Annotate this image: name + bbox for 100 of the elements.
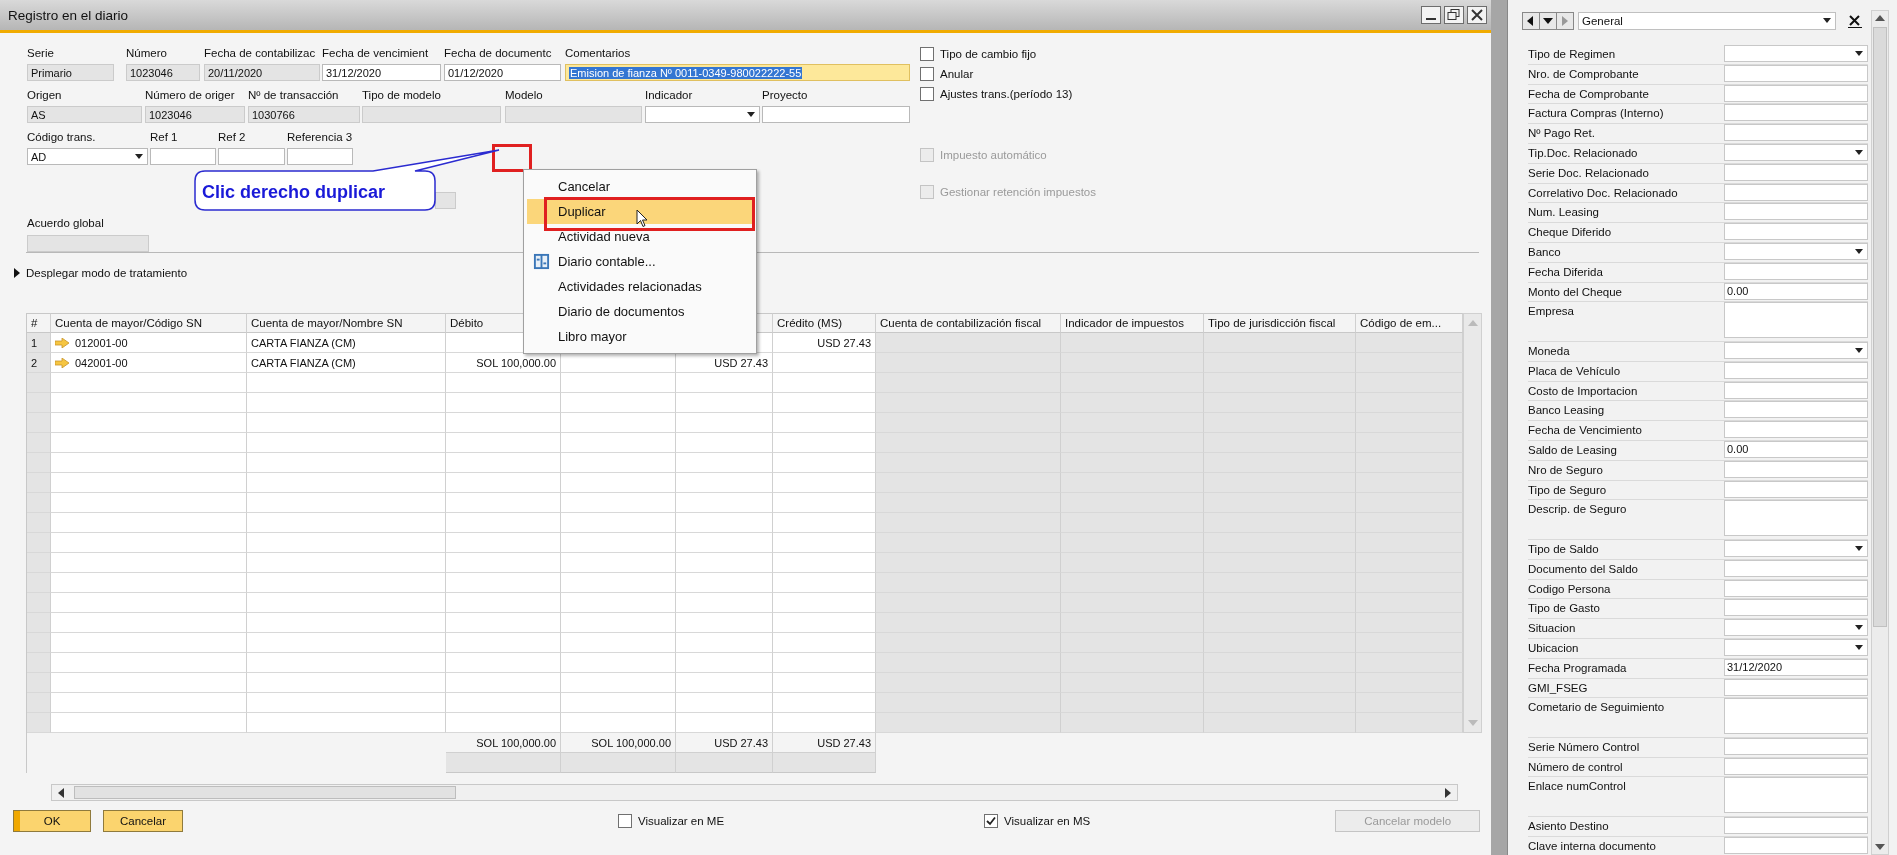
- column-header[interactable]: Indicador de impuestos: [1061, 313, 1204, 333]
- dropdown-arrow-icon: [1855, 51, 1863, 56]
- field-label: Num. Leasing: [1528, 205, 1599, 219]
- field-label: Origen: [27, 88, 62, 103]
- field-label: Factura Compras (Interno): [1528, 106, 1664, 120]
- field-label: Fecha de Comprobante: [1528, 86, 1649, 100]
- input-field[interactable]: [505, 106, 642, 123]
- dropdown-arrow-icon: [747, 112, 755, 117]
- navigation-arrows-icon[interactable]: [1522, 11, 1574, 30]
- dropdown-arrow-icon: [135, 154, 143, 159]
- column-header[interactable]: Cuenta de mayor/Nombre SN: [247, 313, 446, 333]
- field-label: Banco: [1528, 244, 1561, 258]
- input-field[interactable]: 01/12/2020: [444, 64, 561, 81]
- minimize-icon[interactable]: [1421, 6, 1441, 24]
- maximize-icon[interactable]: [1444, 6, 1464, 24]
- scrollbar-thumb[interactable]: [74, 786, 456, 799]
- table-cell: USD 27.43: [676, 353, 773, 373]
- input-field[interactable]: [1724, 817, 1868, 835]
- input-field[interactable]: [362, 106, 501, 123]
- field-label: Nº Pago Ret.: [1528, 126, 1595, 140]
- input-field[interactable]: [1724, 223, 1868, 241]
- input-field[interactable]: [1724, 698, 1868, 735]
- input-field[interactable]: [287, 148, 353, 165]
- checkbox[interactable]: [920, 47, 934, 61]
- input-field[interactable]: 1030766: [248, 106, 360, 123]
- checkbox[interactable]: [920, 87, 934, 101]
- input-field[interactable]: [645, 106, 760, 123]
- field-label: Fecha Programada: [1528, 660, 1627, 674]
- checkbox-label: Visualizar en MS: [1004, 815, 1091, 827]
- link-arrow-icon[interactable]: [55, 357, 69, 368]
- input-field[interactable]: [150, 148, 216, 165]
- column-header[interactable]: Crédito (MS): [773, 313, 876, 333]
- input-field[interactable]: AD: [27, 148, 148, 165]
- input-field[interactable]: 1023046: [126, 64, 200, 81]
- field-label: Tipo de Gasto: [1528, 601, 1600, 615]
- input-field[interactable]: [1724, 104, 1868, 122]
- checkbox[interactable]: [920, 67, 934, 81]
- dropdown-arrow-icon: [1823, 17, 1831, 23]
- input-field[interactable]: 31/12/2020: [322, 64, 441, 81]
- field-label: Serie Número Control: [1528, 739, 1640, 753]
- scroll-up-icon[interactable]: [1875, 15, 1885, 21]
- field-label: Situacion: [1528, 621, 1576, 635]
- input-field[interactable]: [1724, 124, 1868, 142]
- checkbox[interactable]: [984, 814, 999, 828]
- column-header[interactable]: Cuenta de contabilización fiscal: [876, 313, 1061, 333]
- field-label: Codigo Persona: [1528, 581, 1611, 595]
- input-field[interactable]: [762, 106, 910, 123]
- field-label: Indicador: [645, 88, 693, 103]
- category-dropdown[interactable]: General: [1578, 11, 1836, 30]
- field-label: Fecha Diferida: [1528, 264, 1603, 278]
- input-field[interactable]: [1724, 45, 1868, 62]
- input-field[interactable]: [1724, 203, 1868, 221]
- field-label: Fecha de Vencimiento: [1528, 423, 1642, 437]
- input-field[interactable]: Primario: [27, 64, 114, 81]
- field-label: Número: [126, 46, 167, 61]
- vertical-scrollbar[interactable]: [1871, 10, 1889, 855]
- expand-arrow-icon[interactable]: [14, 268, 20, 278]
- menu-item[interactable]: Diario contable...: [527, 249, 753, 274]
- menu-item[interactable]: Duplicar: [527, 199, 753, 224]
- input-field[interactable]: 1023046: [145, 106, 245, 123]
- dropdown-arrow-icon: [1855, 625, 1863, 631]
- cancel-button[interactable]: Cancelar: [103, 810, 183, 832]
- link-arrow-icon[interactable]: [55, 337, 69, 348]
- field-label: Nro de Seguro: [1528, 462, 1603, 476]
- input-field[interactable]: Emision de fianza Nº 0011-0349-980022222-55: [565, 64, 910, 81]
- input-field[interactable]: AS: [27, 106, 142, 123]
- input-field[interactable]: [1724, 401, 1868, 419]
- menu-item[interactable]: Actividades relacionadas: [527, 274, 753, 299]
- field-label: GMI_FSEG: [1528, 680, 1588, 694]
- field-label: Tip.Doc. Relacionado: [1528, 146, 1638, 159]
- ok-button[interactable]: OK: [13, 810, 91, 832]
- checkbox[interactable]: [618, 814, 632, 828]
- field-label: Saldo de Leasing: [1528, 442, 1617, 456]
- close-icon[interactable]: [1848, 13, 1862, 28]
- scroll-down-icon[interactable]: [1875, 844, 1885, 850]
- callout-text: Clic derecho duplicar: [202, 182, 386, 203]
- input-field[interactable]: [1724, 500, 1868, 537]
- column-header[interactable]: Cuenta de mayor/Código SN: [51, 313, 247, 333]
- table-cell: CARTA FIANZA (CM): [247, 333, 446, 353]
- field-label: Cheque Diferido: [1528, 225, 1612, 239]
- input-field[interactable]: [1724, 599, 1868, 617]
- column-header[interactable]: #: [27, 313, 51, 333]
- column-header[interactable]: Código de em...: [1356, 313, 1463, 333]
- input-field[interactable]: [1724, 302, 1868, 339]
- menu-item[interactable]: Cancelar: [527, 174, 753, 199]
- scroll-right-icon[interactable]: [1445, 787, 1451, 798]
- scrollbar-thumb[interactable]: [1873, 27, 1887, 627]
- input-field[interactable]: [218, 148, 285, 165]
- expand-link[interactable]: Desplegar modo de tratamiento: [26, 267, 188, 279]
- input-field[interactable]: [1724, 777, 1868, 814]
- horizontal-scrollbar[interactable]: [51, 784, 1458, 801]
- field-label: Moneda: [1528, 343, 1570, 357]
- input-field[interactable]: [1724, 619, 1868, 637]
- table-cell: USD 27.43: [773, 333, 876, 353]
- close-icon[interactable]: [1467, 6, 1487, 24]
- field-label: Placa de Vehículo: [1528, 363, 1621, 377]
- scroll-left-icon[interactable]: [58, 787, 64, 798]
- input-field[interactable]: 20/11/2020: [204, 64, 320, 81]
- input-field[interactable]: [1724, 421, 1868, 439]
- column-header[interactable]: Tipo de jurisdicción fiscal: [1204, 313, 1356, 333]
